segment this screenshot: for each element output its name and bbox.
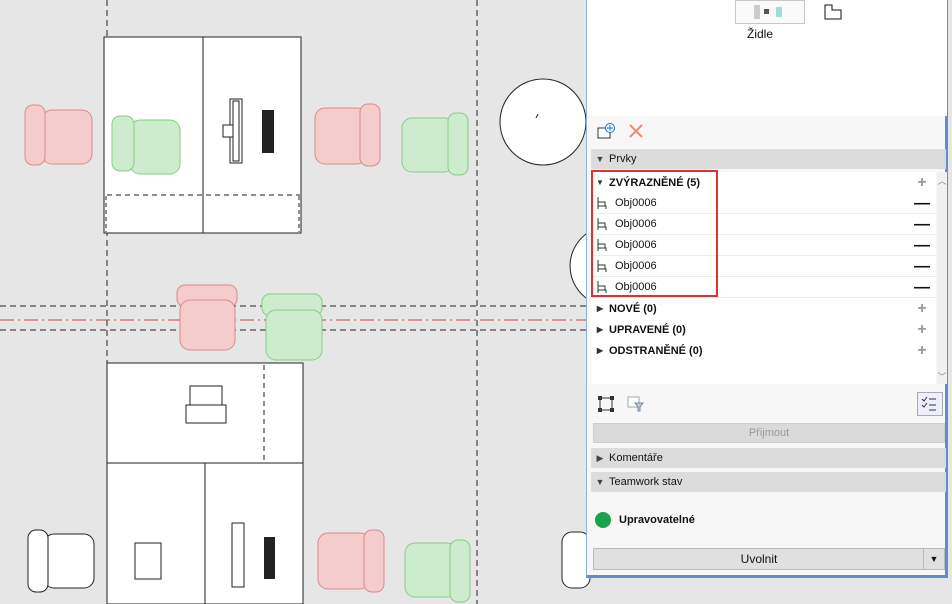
release-button-label: Uvolnit xyxy=(740,552,778,566)
remove-icon[interactable]: — xyxy=(914,235,930,256)
chair-icon xyxy=(597,281,607,293)
list-item[interactable]: Obj0006 — xyxy=(591,214,936,235)
chair-removed xyxy=(314,103,381,167)
chevron-right-icon[interactable]: ▶ xyxy=(593,346,607,355)
remove-icon[interactable]: — xyxy=(914,214,930,235)
section-elements[interactable]: ▼ Prvky xyxy=(591,149,946,169)
add-icon[interactable]: + xyxy=(914,319,930,340)
status-label: Upravovatelné xyxy=(619,514,695,526)
add-icon[interactable]: + xyxy=(914,172,930,193)
panel-toolbar xyxy=(587,118,947,144)
tree-group-label: ODSTRANĚNÉ (0) xyxy=(609,344,703,357)
remove-icon[interactable]: — xyxy=(914,193,930,214)
object-name: Židle xyxy=(747,27,774,41)
tree-group-highlighted[interactable]: ▼ ZVÝRAZNĚNÉ (5) + xyxy=(591,172,936,193)
scroll-down-icon[interactable]: ﹀ xyxy=(937,372,947,382)
checklist-settings-icon[interactable] xyxy=(917,392,943,416)
tree-group-label: ZVÝRAZNĚNÉ (5) xyxy=(609,176,701,189)
list-item[interactable]: Obj0006 — xyxy=(591,277,936,298)
teamwork-status: Upravovatelné xyxy=(595,510,695,530)
chair-new xyxy=(401,112,469,176)
delete-x-icon[interactable] xyxy=(625,120,647,142)
section-comments-label: Komentáře xyxy=(609,452,663,464)
add-layer-icon[interactable] xyxy=(595,120,617,142)
tree-group-modified[interactable]: ▶ UPRAVENÉ (0) + xyxy=(591,319,936,340)
status-indicator-icon xyxy=(595,512,611,528)
item-label: Obj0006 xyxy=(615,218,657,230)
section-teamwork-label: Teamwork stav xyxy=(609,476,683,488)
chevron-down-icon: ▼ xyxy=(595,154,605,164)
add-icon[interactable]: + xyxy=(914,340,930,361)
chair-removed xyxy=(317,529,385,593)
dropdown-arrow-icon[interactable]: ▼ xyxy=(923,549,944,569)
list-item[interactable]: Obj0006 — xyxy=(591,256,936,277)
highlight-filter-icon[interactable] xyxy=(625,393,647,415)
tree-group-label: UPRAVENÉ (0) xyxy=(609,323,686,336)
chair-new xyxy=(404,539,471,603)
scroll-up-icon[interactable]: ︿ xyxy=(937,176,947,186)
chair-removed xyxy=(176,284,238,351)
bottom-toolbar xyxy=(587,390,947,418)
item-label: Obj0006 xyxy=(615,281,657,293)
item-label: Obj0006 xyxy=(615,239,657,251)
release-button[interactable]: Uvolnit ▼ xyxy=(593,548,945,570)
desk-block-bottom xyxy=(106,362,304,604)
chair-icon xyxy=(597,197,607,209)
remove-icon[interactable]: — xyxy=(914,256,930,277)
chair-existing xyxy=(27,529,95,593)
changes-tree: ▼ ZVÝRAZNĚNÉ (5) + Obj0006 — Obj0006 — O… xyxy=(591,172,936,384)
chevron-down-icon[interactable]: ▼ xyxy=(593,178,607,187)
accept-button[interactable]: Přijmout xyxy=(593,423,945,443)
chair-new xyxy=(261,293,323,361)
list-item[interactable]: Obj0006 — xyxy=(591,235,936,256)
list-item[interactable]: Obj0006 — xyxy=(591,193,936,214)
section-teamwork[interactable]: ▼ Teamwork stav xyxy=(591,472,946,492)
tree-group-label: NOVÉ (0) xyxy=(609,302,657,315)
add-icon[interactable]: + xyxy=(914,298,930,319)
chair-preview-thumbnail xyxy=(735,0,805,24)
select-frame-icon[interactable] xyxy=(595,393,617,415)
section-comments[interactable]: ▶ Komentáře xyxy=(591,448,946,468)
item-label: Obj0006 xyxy=(615,197,657,209)
chair-icon xyxy=(597,218,607,230)
tree-group-deleted[interactable]: ▶ ODSTRANĚNÉ (0) + xyxy=(591,340,936,361)
shape-outline-icon[interactable] xyxy=(824,4,842,25)
chair-icon xyxy=(597,260,607,272)
chair-removed xyxy=(24,104,93,166)
round-table xyxy=(499,78,587,166)
tree-scrollbar[interactable]: ︿ ﹀ xyxy=(937,172,947,384)
chair-icon xyxy=(597,239,607,251)
item-label: Obj0006 xyxy=(615,260,657,272)
chevron-right-icon: ▶ xyxy=(596,452,604,463)
object-preview: Židle xyxy=(587,0,947,116)
tree-group-new[interactable]: ▶ NOVÉ (0) + xyxy=(591,298,936,319)
chevron-down-icon: ▼ xyxy=(595,477,605,487)
section-elements-label: Prvky xyxy=(609,153,637,165)
teamwork-panel: Židle ▼ Prvky ▼ ZVÝRAZNĚNÉ (5) + Obj0006… xyxy=(586,0,948,578)
chevron-right-icon[interactable]: ▶ xyxy=(593,325,607,334)
chair-new xyxy=(111,115,181,175)
remove-icon[interactable]: — xyxy=(914,277,930,298)
chevron-right-icon[interactable]: ▶ xyxy=(593,304,607,313)
